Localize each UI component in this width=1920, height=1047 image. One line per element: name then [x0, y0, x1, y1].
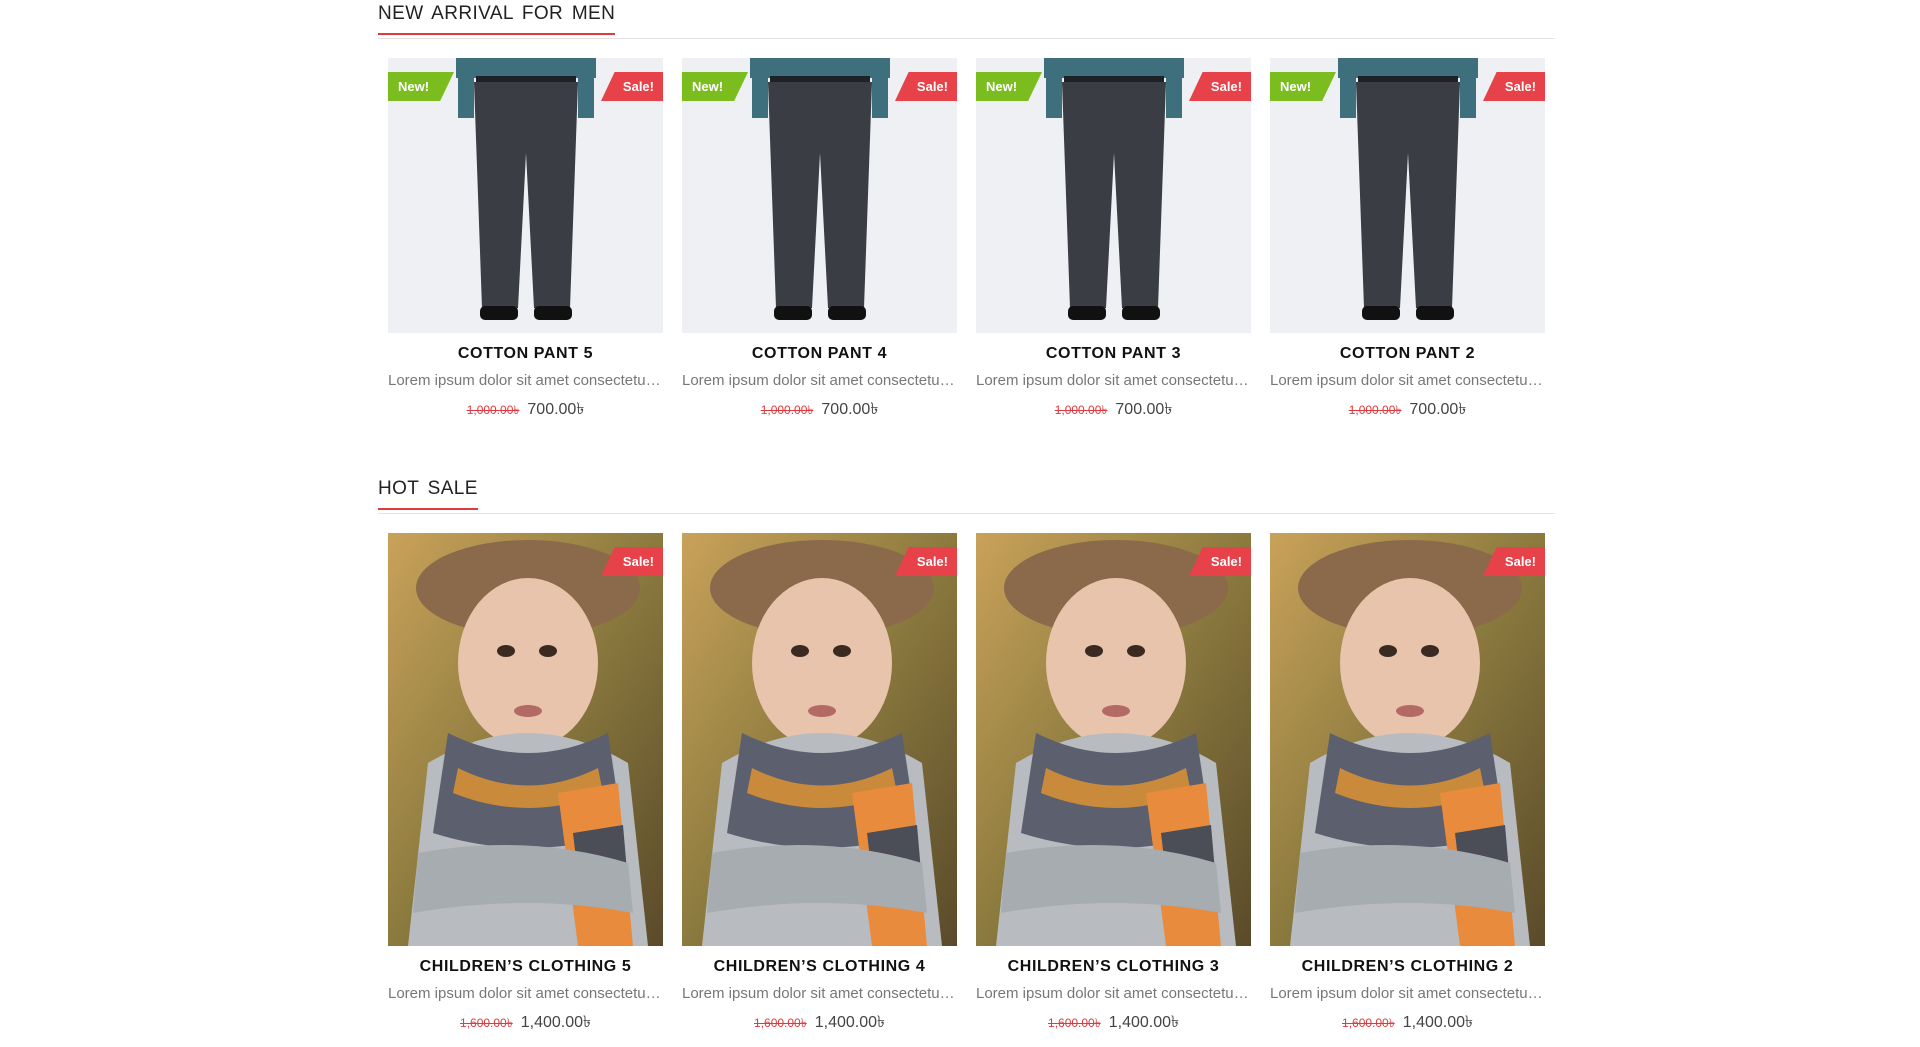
product-name[interactable]: CHILDREN’S CLOTHING 4 — [682, 958, 957, 976]
product-name[interactable]: CHILDREN’S CLOTHING 5 — [388, 958, 663, 976]
old-price: 1,000.00৳ — [466, 403, 520, 417]
sale-price: 1,400.00৳ — [814, 1014, 885, 1031]
product-description: Lorem ipsum dolor sit amet consectetur a… — [976, 372, 1251, 389]
old-price: 1,600.00৳ — [460, 1016, 513, 1030]
product-price: 1,000.00৳ 700.00৳ — [976, 396, 1251, 423]
child-scarf-image — [976, 533, 1251, 946]
product-card[interactable]: Sale! CHILDREN’S CLOTHING 5 Lorem ipsum … — [388, 533, 663, 1036]
old-price: 1,000.00৳ — [1348, 403, 1402, 417]
product-card[interactable]: New! Sale! COTTON PANT 2 Lorem ipsum dol… — [1270, 58, 1545, 423]
product-card[interactable]: New! Sale! COTTON PANT 3 Lorem ipsum dol… — [976, 58, 1251, 423]
product-price: 1,600.00৳ 1,400.00৳ — [1270, 1009, 1545, 1036]
product-name[interactable]: COTTON PANT 4 — [682, 345, 957, 363]
product-description: Lorem ipsum dolor sit amet consectetur a… — [682, 372, 957, 389]
product-price: 1,000.00৳ 700.00৳ — [1270, 396, 1545, 423]
page: NEW ARRIVAL FOR MEN New! Sale! COTTON PA… — [0, 0, 1920, 1047]
product-name[interactable]: CHILDREN’S CLOTHING 3 — [976, 958, 1251, 976]
product-card[interactable]: Sale! CHILDREN’S CLOTHING 4 Lorem ipsum … — [682, 533, 957, 1036]
old-price: 1,600.00৳ — [1342, 1016, 1395, 1030]
product-name[interactable]: COTTON PANT 3 — [976, 345, 1251, 363]
product-image[interactable]: New! Sale! — [1270, 58, 1545, 333]
child-scarf-image — [682, 533, 957, 946]
product-price: 1,000.00৳ 700.00৳ — [388, 396, 663, 423]
product-image[interactable]: Sale! — [388, 533, 663, 946]
product-price: 1,600.00৳ 1,400.00৳ — [388, 1009, 663, 1036]
product-description: Lorem ipsum dolor sit amet consectetur a… — [388, 985, 663, 1002]
product-card[interactable]: New! Sale! COTTON PANT 5 Lorem ipsum dol… — [388, 58, 663, 423]
product-grid: Sale! CHILDREN’S CLOTHING 5 Lorem ipsum … — [378, 514, 1555, 1044]
product-card[interactable]: New! Sale! COTTON PANT 4 Lorem ipsum dol… — [682, 58, 957, 423]
product-description: Lorem ipsum dolor sit amet consectetur a… — [682, 985, 957, 1002]
old-price: 1,600.00৳ — [754, 1016, 807, 1030]
product-name[interactable]: COTTON PANT 2 — [1270, 345, 1545, 363]
sale-price: 1,400.00৳ — [1108, 1014, 1179, 1031]
product-image[interactable]: New! Sale! — [388, 58, 663, 333]
sale-price: 700.00৳ — [527, 401, 585, 418]
child-scarf-image — [1270, 533, 1545, 946]
child-scarf-image — [388, 533, 663, 946]
product-name[interactable]: COTTON PANT 5 — [388, 345, 663, 363]
sale-price: 1,400.00৳ — [520, 1014, 591, 1031]
product-description: Lorem ipsum dolor sit amet consectetur a… — [1270, 372, 1545, 389]
hot-sale-section: HOT SALE Sale! CHILDREN’S CLOTHING 5 Lor… — [378, 475, 1555, 1044]
section-title: NEW ARRIVAL FOR MEN — [378, 3, 616, 35]
sale-price: 700.00৳ — [1409, 401, 1467, 418]
product-price: 1,000.00৳ 700.00৳ — [682, 396, 957, 423]
old-price: 1,000.00৳ — [760, 403, 814, 417]
product-name[interactable]: CHILDREN’S CLOTHING 2 — [1270, 958, 1545, 976]
sale-price: 700.00৳ — [1115, 401, 1173, 418]
product-description: Lorem ipsum dolor sit amet consectetur a… — [1270, 985, 1545, 1002]
product-price: 1,600.00৳ 1,400.00৳ — [976, 1009, 1251, 1036]
product-description: Lorem ipsum dolor sit amet consectetur a… — [388, 372, 663, 389]
section-title: HOT SALE — [378, 478, 478, 510]
section-header: NEW ARRIVAL FOR MEN — [378, 0, 1555, 39]
product-image[interactable]: New! Sale! — [976, 58, 1251, 333]
old-price: 1,000.00৳ — [1054, 403, 1108, 417]
product-image[interactable]: Sale! — [976, 533, 1251, 946]
old-price: 1,600.00৳ — [1048, 1016, 1101, 1030]
sale-price: 700.00৳ — [821, 401, 879, 418]
sale-price: 1,400.00৳ — [1402, 1014, 1473, 1031]
product-image[interactable]: Sale! — [1270, 533, 1545, 946]
product-image[interactable]: Sale! — [682, 533, 957, 946]
product-price: 1,600.00৳ 1,400.00৳ — [682, 1009, 957, 1036]
new-arrival-section: NEW ARRIVAL FOR MEN New! Sale! COTTON PA… — [378, 0, 1555, 419]
product-grid: New! Sale! COTTON PANT 5 Lorem ipsum dol… — [378, 39, 1555, 419]
product-card[interactable]: Sale! CHILDREN’S CLOTHING 3 Lorem ipsum … — [976, 533, 1251, 1036]
section-header: HOT SALE — [378, 475, 1555, 514]
product-card[interactable]: Sale! CHILDREN’S CLOTHING 2 Lorem ipsum … — [1270, 533, 1545, 1036]
product-image[interactable]: New! Sale! — [682, 58, 957, 333]
product-description: Lorem ipsum dolor sit amet consectetur a… — [976, 985, 1251, 1002]
